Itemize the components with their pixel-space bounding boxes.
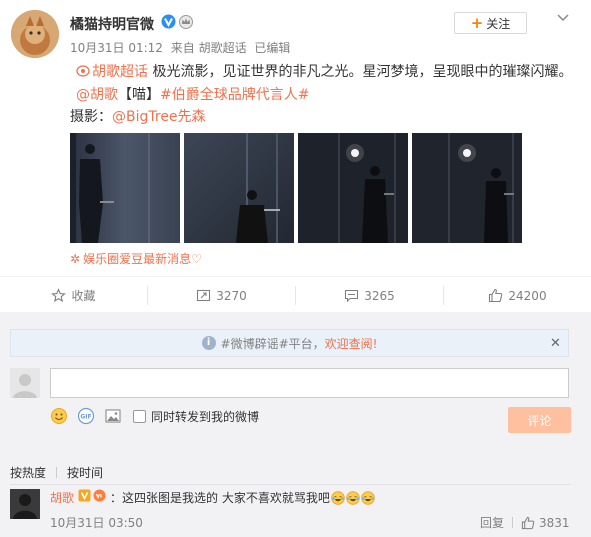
comment-actions: 回复 3831	[480, 514, 570, 531]
comment-tools: GIF 同时转发到我的微博	[50, 406, 259, 426]
flower-icon: ✲	[70, 252, 81, 266]
mention-link[interactable]: @胡歌	[76, 87, 118, 103]
comment-like-count: 3831	[539, 515, 570, 530]
commenter-name[interactable]: 胡歌	[50, 489, 74, 506]
post-photo[interactable]	[412, 133, 522, 243]
forward-checkbox[interactable]	[133, 409, 146, 423]
favorite-button[interactable]: 收藏	[0, 277, 147, 314]
comment-icon	[345, 289, 359, 303]
photo-credit-label: 摄影：	[70, 109, 112, 125]
like-count: 24200	[508, 288, 547, 303]
repost-icon	[197, 289, 211, 302]
comment-like-button[interactable]: 3831	[521, 516, 570, 530]
sort-bar: 按热度 按时间	[10, 464, 103, 481]
repost-count: 3270	[216, 288, 247, 303]
photographer-link[interactable]: @BigTree先森	[112, 109, 206, 125]
forward-label: 同时转发到我的微博	[151, 409, 260, 424]
comment-button[interactable]: 3265	[296, 277, 443, 314]
post-source[interactable]: 来自 胡歌超话	[171, 41, 247, 55]
laugh-cry-emoji	[331, 491, 345, 505]
favorite-label: 收藏	[71, 289, 96, 303]
info-icon: i	[201, 336, 216, 350]
v-verified-icon	[161, 14, 176, 29]
divider	[56, 467, 58, 478]
notice-text: #微博辟谣#平台，	[220, 336, 325, 351]
v-verified-icon	[78, 489, 91, 502]
emoji-icon[interactable]	[50, 407, 68, 425]
avatar[interactable]	[11, 10, 59, 58]
star-icon	[51, 288, 67, 303]
thumbs-up-icon	[489, 288, 503, 303]
post-photo[interactable]	[298, 133, 408, 243]
my-avatar	[10, 368, 40, 398]
image-icon[interactable]	[104, 407, 122, 425]
comment-body: ：这四张图是我选的 大家不喜欢就骂我吧	[110, 491, 330, 505]
comment-time: 10月31日 03:50	[50, 516, 143, 530]
notice-highlight[interactable]: 欢迎查阅!	[325, 335, 378, 352]
comment-section: i #微博辟谣#平台， 欢迎查阅! ✕ GIF 同时转发到我的微博 评论 按热度 …	[0, 313, 591, 537]
laugh-cry-emoji	[361, 491, 375, 505]
action-bar: 收藏 3270 3265 24200	[0, 276, 591, 313]
source-tag[interactable]: ✲ 娱乐圈爱豆最新消息♡	[70, 250, 202, 267]
divider	[512, 517, 514, 528]
post-bracket: 【喵】	[118, 87, 160, 103]
post-text: 胡歌超话 极光流影，见证世界的非凡之光。星河梦境，呈现眼中的璀璨闪耀。 @胡歌【…	[76, 61, 576, 107]
repost-button[interactable]: 3270	[148, 277, 295, 314]
like-button[interactable]: 24200	[444, 277, 591, 314]
comment-item: 胡歌 ：这四张图是我选的 大家不喜欢就骂我吧 10月31日 03:50 回复 3…	[10, 489, 571, 537]
username[interactable]: 橘猫持明官微	[70, 14, 154, 34]
reply-button[interactable]: 回复	[480, 514, 504, 531]
super-topic-link[interactable]: 胡歌超话	[92, 64, 148, 80]
comment-text: ：这四张图是我选的 大家不喜欢就骂我吧	[110, 489, 375, 506]
vip-icon	[93, 489, 106, 502]
follow-button[interactable]: + 关注	[454, 12, 527, 34]
photo-grid	[70, 133, 523, 243]
post-meta: 10月31日 01:12 来自 胡歌超话 已编辑	[70, 39, 294, 56]
rumor-notice[interactable]: i #微博辟谣#平台， 欢迎查阅!	[10, 329, 569, 357]
close-icon[interactable]: ✕	[550, 336, 561, 351]
thumbs-up-icon	[521, 516, 535, 529]
sort-by-time[interactable]: 按时间	[67, 464, 103, 481]
divider	[10, 484, 571, 485]
follow-label: 关注	[486, 16, 511, 31]
plus-icon: +	[470, 13, 484, 32]
comment-count: 3265	[364, 288, 395, 303]
crown-icon[interactable]	[178, 14, 194, 29]
chevron-down-icon[interactable]	[556, 13, 570, 23]
source-tag-label: 娱乐圈爱豆最新消息♡	[83, 252, 202, 266]
post-body: 极光流影，见证世界的非凡之光。星河梦境，呈现眼中的璀璨闪耀。	[148, 64, 573, 80]
post-time[interactable]: 10月31日 01:12	[70, 41, 163, 55]
hashtag-link[interactable]: #伯爵全球品牌代言人#	[160, 87, 309, 103]
edited-label[interactable]: 已编辑	[254, 41, 290, 55]
comment-input[interactable]	[50, 368, 569, 398]
laugh-cry-emoji	[346, 491, 360, 505]
forward-option[interactable]: 同时转发到我的微博	[133, 408, 259, 425]
sort-by-hot[interactable]: 按热度	[10, 464, 46, 481]
gif-icon[interactable]: GIF	[77, 407, 95, 425]
commenter-avatar[interactable]	[10, 489, 40, 519]
post-photo[interactable]	[184, 133, 294, 243]
post-photo[interactable]	[70, 133, 180, 243]
camera-icon	[76, 65, 90, 77]
post-header: 橘猫持明官微 10月31日 01:12 来自 胡歌超话 已编辑 + 关注	[0, 0, 591, 60]
svg-text:GIF: GIF	[80, 414, 91, 421]
photo-credit: 摄影：@BigTree先森	[70, 107, 206, 127]
commenter-badges	[78, 489, 106, 502]
submit-comment-button[interactable]: 评论	[508, 407, 571, 433]
